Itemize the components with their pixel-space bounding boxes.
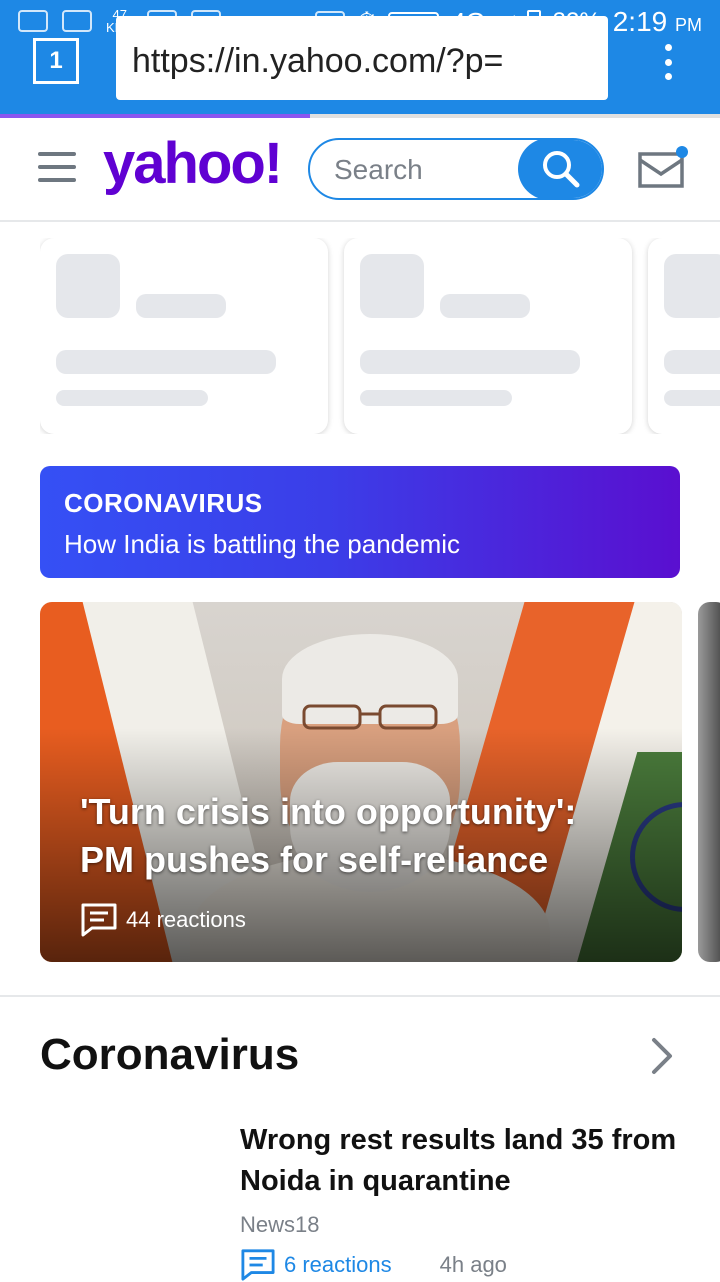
coronavirus-banner[interactable]: CORONAVIRUS How India is battling the pa… xyxy=(40,466,680,578)
banner-text: How India is battling the pandemic xyxy=(64,529,461,559)
url-bar[interactable]: https://in.yahoo.com/?p= xyxy=(116,16,608,100)
next-story-card-peek[interactable] xyxy=(698,602,720,962)
search-box xyxy=(308,138,604,200)
chevron-right-icon xyxy=(652,1038,672,1074)
hero-reactions-count: 44 reactions xyxy=(126,907,246,932)
section-title[interactable]: Coronavirus xyxy=(40,1030,299,1080)
section-more-button[interactable] xyxy=(646,1036,676,1081)
search-input[interactable] xyxy=(310,140,536,198)
story-headline[interactable]: Wrong rest results land 35 from Noida in… xyxy=(240,1120,680,1202)
clock: 2:19 PM xyxy=(612,6,702,37)
loading-card xyxy=(648,238,720,434)
hamburger-menu-icon[interactable] xyxy=(38,152,76,182)
mail-button[interactable] xyxy=(638,146,688,193)
overflow-menu-icon[interactable] xyxy=(660,44,676,80)
yahoo-logo[interactable]: yahoo! xyxy=(103,130,283,197)
message-icon xyxy=(18,10,48,32)
browser-toolbar: 1 https://in.yahoo.com/?p= xyxy=(0,16,720,114)
story-meta: 6 reactions 4h ago xyxy=(240,1248,507,1282)
search-icon xyxy=(543,151,580,188)
loading-cards-carousel xyxy=(40,238,720,434)
search-button[interactable] xyxy=(518,140,602,198)
mail-unread-dot xyxy=(676,146,688,158)
comment-icon[interactable] xyxy=(240,1248,276,1282)
hero-reactions[interactable]: 44 reactions xyxy=(80,902,246,938)
story-reactions[interactable]: 6 reactions xyxy=(284,1252,392,1278)
banner-kicker: CORONAVIRUS xyxy=(64,488,263,518)
loading-card xyxy=(40,238,328,434)
site-header: yahoo! xyxy=(0,118,720,222)
section-divider xyxy=(0,995,720,997)
hero-story-card[interactable]: 'Turn crisis into opportunity': PM pushe… xyxy=(40,602,682,962)
comment-icon xyxy=(81,903,117,937)
tab-switcher-button[interactable]: 1 xyxy=(33,38,79,84)
loading-card xyxy=(344,238,632,434)
story-source: News18 xyxy=(240,1212,320,1237)
hero-headline[interactable]: 'Turn crisis into opportunity': PM pushe… xyxy=(80,788,640,884)
story-time: 4h ago xyxy=(439,1252,507,1277)
mail-icon xyxy=(638,152,684,188)
notification-icon xyxy=(62,10,92,32)
